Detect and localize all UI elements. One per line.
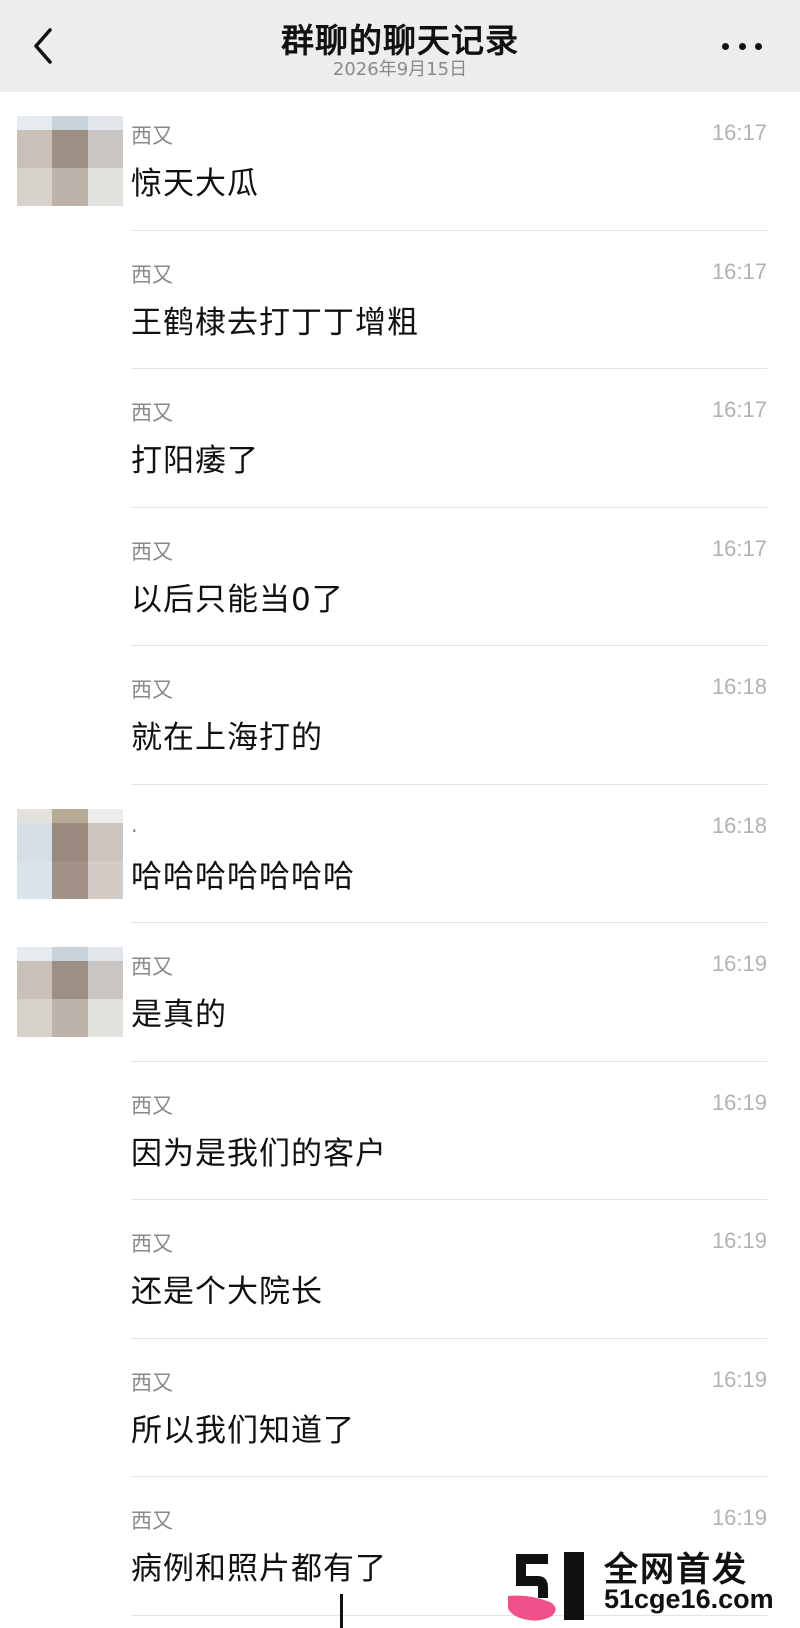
message-item[interactable]: 西又 16:19 还是个大院长	[0, 1200, 800, 1339]
avatar[interactable]	[17, 116, 123, 206]
message-item[interactable]: 西又 16:19 是真的	[0, 923, 800, 1062]
sender-name: 西又	[131, 124, 173, 148]
sender-name: 西又	[131, 401, 173, 425]
avatar-pixel	[52, 116, 88, 130]
message-time: 16:17	[711, 120, 767, 145]
sender-name: .	[131, 812, 138, 837]
watermark: 全网首发 51cge16.com	[508, 1540, 788, 1624]
message-text: 惊天大瓜	[131, 166, 259, 202]
message-text: 病例和照片都有了	[131, 1551, 387, 1587]
avatar-pixel	[87, 860, 123, 899]
nav-header: 群聊的聊天记录 2026年9月15日	[0, 0, 800, 92]
avatar-pixel	[17, 947, 53, 961]
message-time: 16:19	[711, 1228, 767, 1253]
message-text: 打阳痿了	[131, 443, 259, 479]
watermark-line2: 51cge16.com	[604, 1584, 774, 1614]
message-time: 16:17	[711, 258, 767, 284]
avatar-pixel	[17, 822, 53, 861]
avatar[interactable]	[17, 947, 123, 1037]
avatar-pixel	[52, 822, 88, 861]
avatar-pixel	[17, 860, 53, 899]
avatar-pixel	[87, 808, 123, 823]
message-item[interactable]: 西又 16:19 所以我们知道了	[0, 1339, 800, 1477]
avatar-pixel	[52, 860, 88, 899]
message-item[interactable]: 西又 16:17 王鹤棣去打丁丁增粗	[0, 231, 800, 369]
message-time: 16:19	[711, 1366, 767, 1392]
message-time: 16:19	[711, 1505, 767, 1530]
message-text: 所以我们知道了	[131, 1412, 355, 1449]
avatar-pixel	[87, 822, 123, 861]
avatar-pixel	[17, 168, 53, 206]
message-text: 因为是我们的客户	[131, 1135, 387, 1172]
avatar-pixel	[87, 947, 123, 961]
avatar-pixel	[52, 961, 88, 999]
avatar-pixel	[52, 999, 88, 1037]
message-text: 是真的	[131, 997, 227, 1033]
message-text: 就在上海打的	[131, 720, 323, 756]
message-time: 16:19	[711, 1089, 767, 1115]
avatar-pixel	[17, 999, 53, 1037]
sender-name: 西又	[131, 1093, 173, 1118]
message-time: 16:18	[711, 674, 767, 699]
avatar-pixel	[87, 961, 123, 999]
sender-name: 西又	[131, 1509, 173, 1533]
more-horizontal-icon	[738, 42, 746, 50]
message-time: 16:18	[711, 812, 767, 838]
message-list[interactable]: 西又 16:17 惊天大瓜 西又 16:17 王鹤棣去打丁丁增粗 西又 16:17 打阳痿了 西又…	[0, 92, 800, 1616]
message-time: 16:17	[711, 397, 767, 422]
avatar-pixel	[52, 947, 88, 961]
message-item[interactable]: 西又 16:19 因为是我们的客户	[0, 1062, 800, 1200]
more-button[interactable]	[722, 38, 762, 54]
chat-history-screen: 群聊的聊天记录 2026年9月15日 西又 16:17 惊天大瓜 西又 16:17 王鹤棣…	[0, 0, 800, 1628]
message-time: 16:19	[711, 951, 767, 976]
avatar-pixel	[17, 961, 53, 999]
message-text: 哈哈哈哈哈哈哈	[131, 858, 355, 895]
avatar-pixel	[87, 999, 123, 1037]
text-cursor	[340, 1594, 343, 1628]
avatar-pixel	[87, 130, 123, 168]
avatar-pixel	[52, 168, 88, 206]
avatar-pixel	[17, 130, 53, 168]
sender-name: 西又	[131, 1370, 173, 1395]
message-text: 还是个大院长	[131, 1274, 323, 1310]
avatar-pixel	[52, 808, 88, 823]
sender-name: 西又	[131, 678, 173, 702]
message-text: 王鹤棣去打丁丁增粗	[131, 304, 419, 341]
message-text: 以后只能当0了	[131, 581, 344, 618]
avatar-pixel	[17, 116, 53, 130]
avatar[interactable]	[17, 808, 123, 899]
message-time: 16:17	[711, 535, 767, 561]
watermark-logo-icon	[508, 1552, 584, 1621]
sender-name: 西又	[131, 262, 173, 287]
more-horizontal-icon	[755, 42, 762, 50]
message-item[interactable]: 西又 16:17 打阳痿了	[0, 369, 800, 508]
sender-name: 西又	[131, 539, 173, 564]
message-item[interactable]: 西又 16:17 惊天大瓜	[0, 92, 800, 231]
avatar-pixel	[87, 116, 123, 130]
message-item[interactable]: 西又 16:18 就在上海打的	[0, 646, 800, 785]
more-horizontal-icon	[722, 42, 729, 50]
sender-name: 西又	[131, 1232, 173, 1256]
page-date: 2026年9月15日	[332, 59, 468, 80]
avatar-pixel	[17, 808, 53, 823]
avatar-pixel	[52, 130, 88, 168]
message-item[interactable]: . 16:18 哈哈哈哈哈哈哈	[0, 785, 800, 923]
avatar-pixel	[87, 168, 123, 206]
message-item[interactable]: 西又 16:17 以后只能当0了	[0, 508, 800, 646]
sender-name: 西又	[131, 955, 173, 979]
